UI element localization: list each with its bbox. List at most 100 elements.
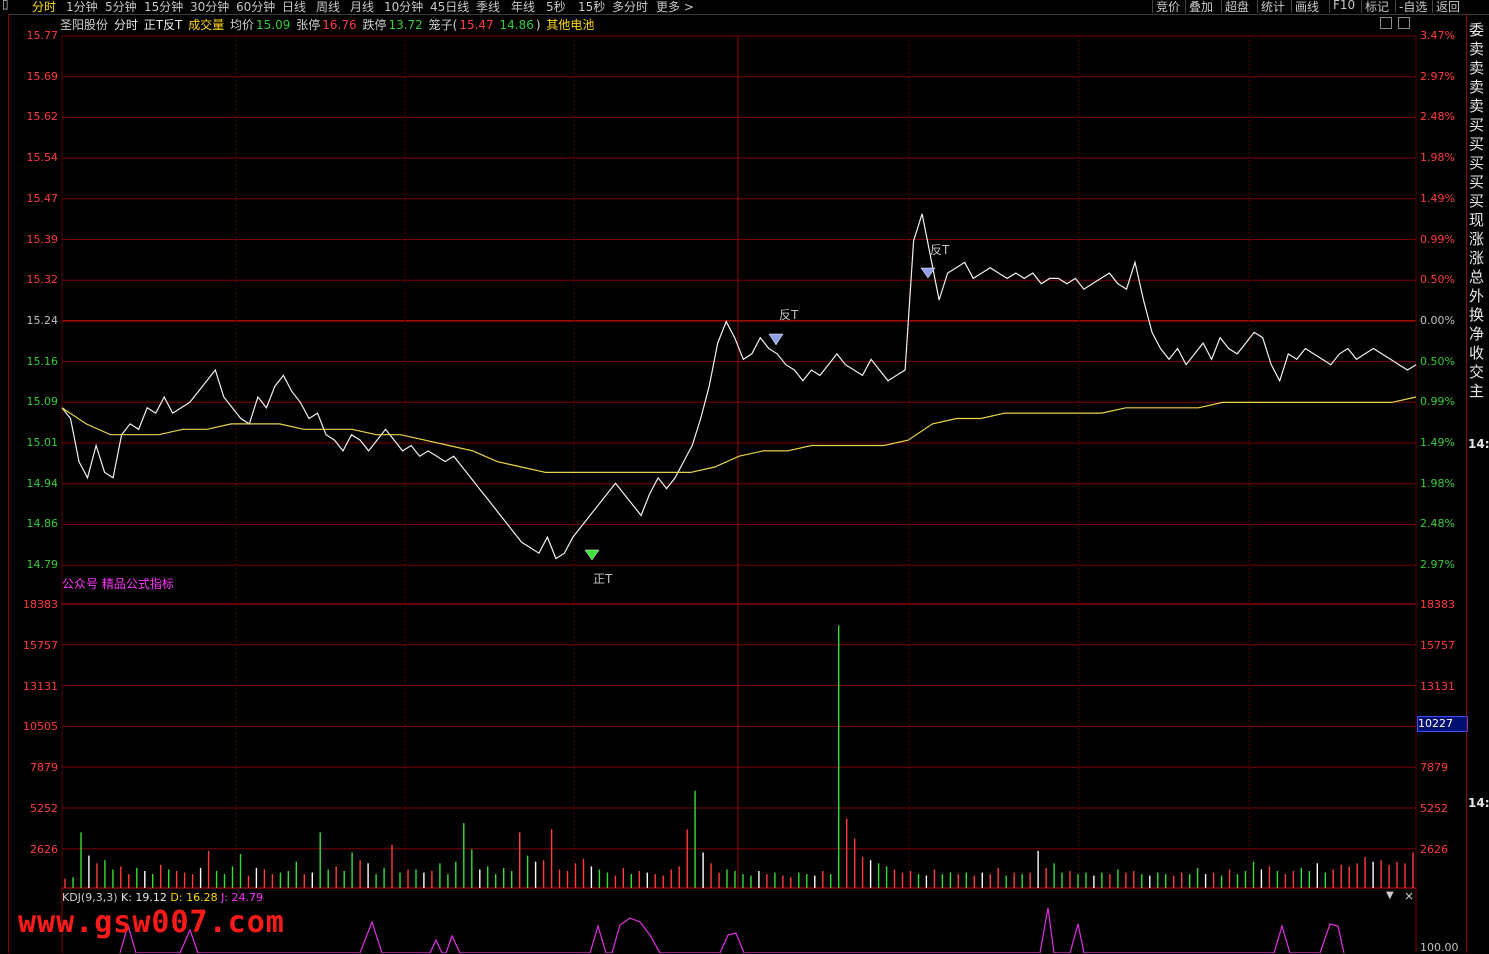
- side-panel-item[interactable]: 买: [1469, 152, 1484, 173]
- indicator-name[interactable]: 正T反T: [144, 18, 183, 32]
- lanzi-value-2: 14.86: [499, 18, 534, 32]
- volume-axis-label: 18383: [23, 598, 58, 611]
- price-axis-label: 15.24: [26, 313, 59, 327]
- mode-label: 分时: [113, 18, 138, 32]
- percent-axis-label: 0.99%: [1420, 395, 1455, 409]
- price-axis-label: 15.69: [26, 69, 59, 83]
- signal-marker-zhengt: [584, 549, 600, 561]
- chart-canvas[interactable]: [0, 0, 1489, 953]
- side-panel-item[interactable]: 买: [1469, 171, 1484, 192]
- volume-axis-right-label: 2626: [1420, 842, 1448, 856]
- volume-axis-label: 10505: [23, 720, 58, 734]
- price-line: [61, 213, 1417, 560]
- side-panel-item[interactable]: 净: [1469, 323, 1484, 344]
- side-panel-item[interactable]: 现: [1469, 209, 1484, 230]
- price-axis-label: 14.86: [26, 517, 59, 531]
- signal-fant-1: 反T: [779, 306, 798, 323]
- signal-marker-fant-2: [920, 267, 936, 279]
- side-panel-item[interactable]: 买: [1469, 133, 1484, 154]
- side-panel-item[interactable]: 总: [1469, 266, 1484, 287]
- price-axis-label: 14.94: [26, 476, 59, 490]
- percent-axis-label: 0.99%: [1420, 232, 1455, 246]
- volume-axis-label: 13131: [23, 679, 58, 693]
- lanzi-label: 笼子(: [428, 18, 458, 32]
- avg-price-label: 均价: [230, 18, 255, 32]
- price-axis-label: 15.09: [26, 395, 59, 409]
- side-panel-item[interactable]: 买: [1469, 114, 1484, 135]
- cursor-value-box: 10227: [1417, 716, 1468, 732]
- price-axis-label: 15.32: [26, 273, 59, 287]
- signal-marker-fant-1: [768, 333, 784, 346]
- avg-price-value: 15.09: [256, 18, 291, 32]
- kdj-j-line: [119, 907, 1345, 953]
- kdj-axis-label: 100.00: [1420, 941, 1459, 954]
- volume-axis-right-label: 18383: [1420, 598, 1455, 611]
- stock-name[interactable]: 圣阳股份: [60, 18, 108, 32]
- volume-axis-label: 15757: [23, 638, 58, 652]
- side-panel-item[interactable]: 涨: [1469, 228, 1484, 249]
- price-axis-label: 15.16: [26, 354, 59, 368]
- time-label: 14:: [1468, 437, 1489, 451]
- quote-side-panel[interactable]: 委卖卖卖卖买买买买买现涨涨总外换净收交主: [1466, 14, 1489, 953]
- panel-expand-icon[interactable]: [1398, 17, 1410, 29]
- side-panel-item[interactable]: 卖: [1469, 76, 1484, 97]
- price-axis-label: 14.79: [26, 558, 59, 572]
- public-account-text: 公众号 精品公式指标: [62, 577, 174, 591]
- volume-axis-right-label: 7879: [1420, 761, 1448, 775]
- limit-down-label: 跌停: [362, 18, 387, 32]
- side-panel-item[interactable]: 主: [1469, 380, 1484, 401]
- percent-axis-label: 0.50%: [1420, 354, 1455, 368]
- side-panel-item[interactable]: 涨: [1469, 247, 1484, 268]
- lanzi-value-1: 15.47: [459, 18, 494, 32]
- price-axis-label: 15.47: [26, 191, 59, 205]
- lanzi-close: ): [535, 18, 541, 32]
- percent-axis-label: 0.00%: [1420, 313, 1455, 327]
- price-axis-label: 15.54: [26, 151, 59, 165]
- percent-axis-label: 2.97%: [1420, 558, 1455, 572]
- signal-label: 正T: [593, 572, 613, 586]
- percent-axis-label: 3.47%: [1420, 29, 1455, 42]
- side-panel-item[interactable]: 委: [1469, 19, 1484, 40]
- price-axis-label: 15.62: [26, 110, 59, 124]
- time-label: 14:: [1468, 796, 1489, 810]
- panel-toggle-icon[interactable]: [1380, 17, 1392, 29]
- volume-label: 成交量: [188, 18, 225, 32]
- signal-label: 反T: [930, 243, 950, 257]
- percent-axis-label: 1.49%: [1420, 436, 1455, 449]
- price-axis-label: 15.39: [26, 232, 59, 246]
- info-bar: 圣阳股份 分时 正T反T 成交量 均价 15.09 张停 16.76 跌停 13.72…: [60, 16, 596, 32]
- percent-axis-label: 2.97%: [1420, 69, 1455, 83]
- percent-axis-label: 2.48%: [1420, 517, 1455, 531]
- side-panel-item[interactable]: 卖: [1469, 95, 1484, 116]
- avg-price-line: [61, 396, 1417, 473]
- dropdown-arrow-icon[interactable]: ▼: [1386, 890, 1394, 901]
- close-icon[interactable]: ×: [1404, 889, 1414, 903]
- limit-down-value: 13.72: [388, 18, 423, 32]
- side-panel-item[interactable]: 卖: [1469, 38, 1484, 59]
- volume-axis-right-label: 13131: [1420, 679, 1455, 693]
- volume-axis-label: 5252: [30, 802, 58, 815]
- side-panel-item[interactable]: 买: [1469, 190, 1484, 211]
- percent-axis-label: 2.48%: [1420, 110, 1455, 124]
- volume-axis-label: 2626: [30, 842, 58, 856]
- kdj-j: J: 24.79: [221, 891, 264, 904]
- side-panel-item[interactable]: 交: [1469, 361, 1484, 382]
- kdj-k: K: 19.12: [121, 891, 167, 904]
- percent-axis-label: 1.98%: [1420, 476, 1455, 490]
- side-panel-item[interactable]: 收: [1469, 342, 1484, 363]
- limit-up-value: 16.76: [322, 18, 357, 32]
- side-panel-item[interactable]: 外: [1469, 285, 1484, 306]
- price-axis-label: 15.77: [26, 29, 59, 42]
- kdj-header: KDJ(9,3,3) K: 19.12 D: 16.28 J: 24.79: [62, 891, 263, 904]
- volume-axis-label: 7879: [30, 761, 58, 775]
- percent-axis-label: 0.50%: [1420, 273, 1455, 287]
- side-panel-item[interactable]: 卖: [1469, 57, 1484, 78]
- signal-zhengt: 正T: [593, 570, 612, 587]
- sector-label[interactable]: 其他电池: [546, 18, 594, 32]
- kdj-name[interactable]: KDJ(9,3,3): [62, 891, 118, 904]
- percent-axis-label: 1.49%: [1420, 191, 1455, 205]
- limit-up-label: 张停: [296, 18, 321, 32]
- percent-axis-label: 1.98%: [1420, 151, 1455, 165]
- volume-axis-right-label: 15757: [1420, 638, 1455, 652]
- side-panel-item[interactable]: 换: [1469, 304, 1484, 325]
